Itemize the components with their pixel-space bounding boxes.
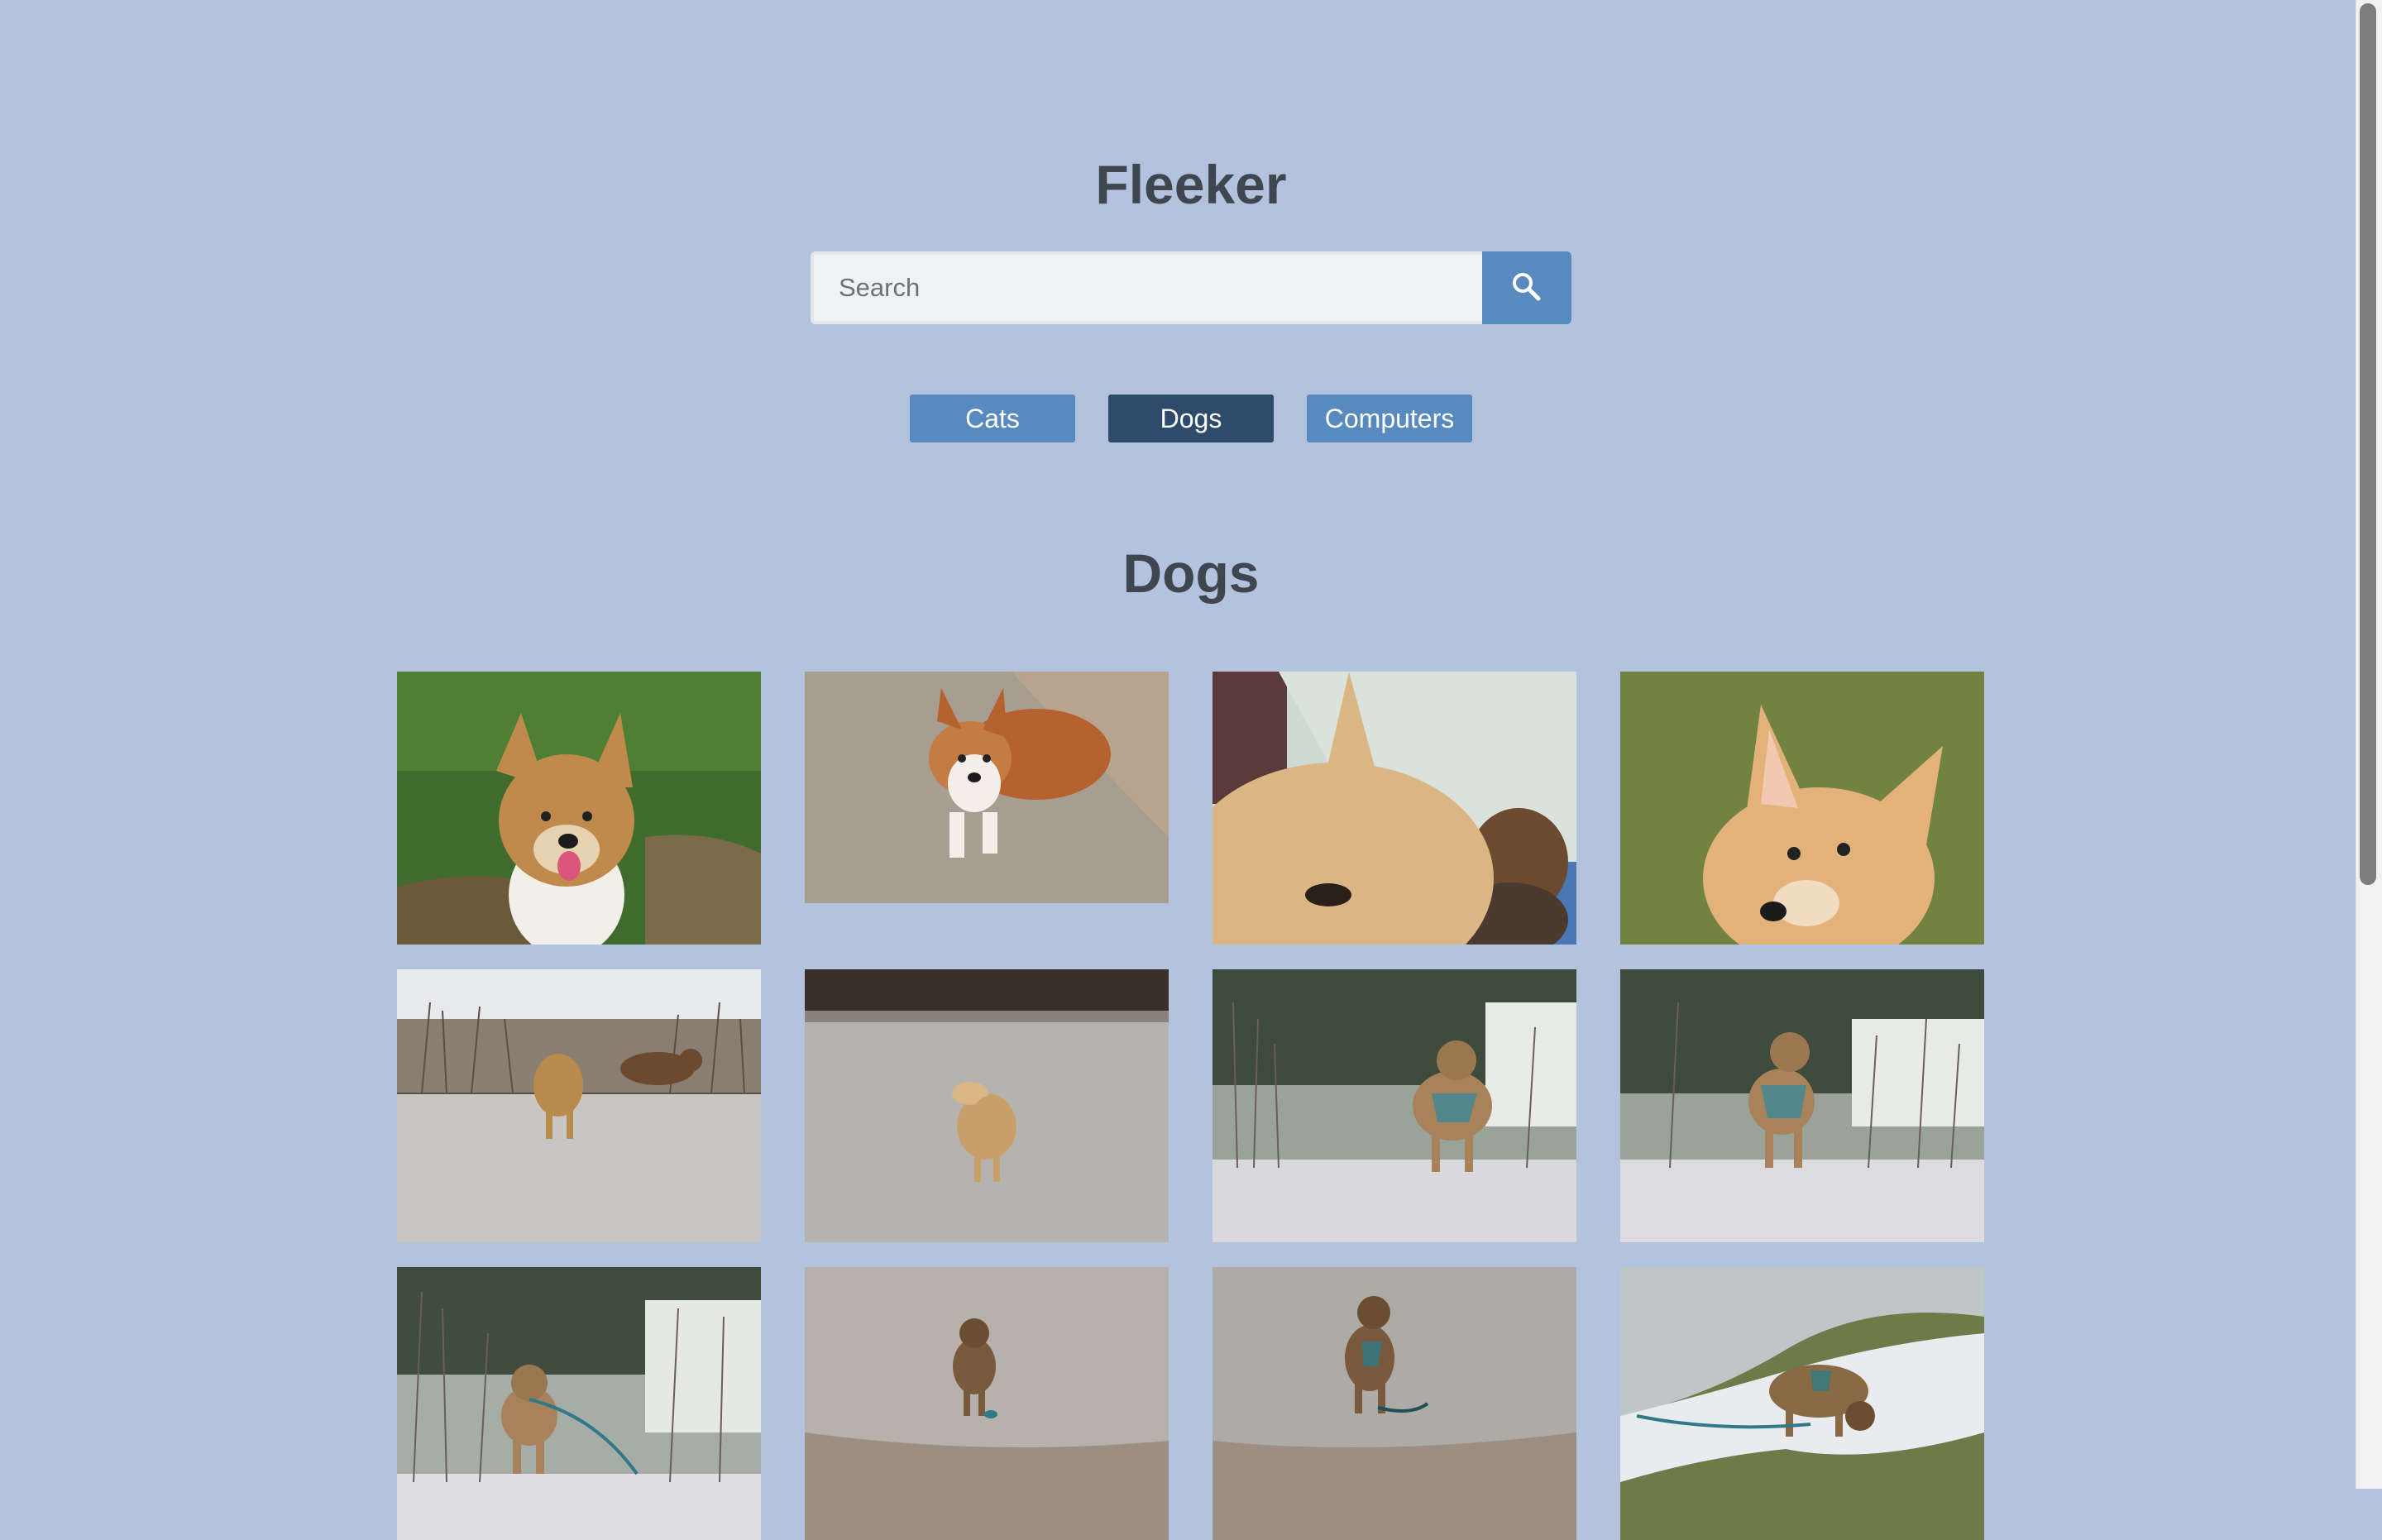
category-button-cats[interactable]: Cats bbox=[910, 395, 1075, 442]
search-button[interactable] bbox=[1482, 251, 1571, 324]
section-title: Dogs bbox=[1122, 543, 1260, 604]
dog-photo[interactable] bbox=[805, 1267, 1169, 1540]
dog-photo[interactable] bbox=[397, 1267, 761, 1540]
page: Fleeker Cats Dogs Computers Dogs bbox=[0, 0, 2356, 1540]
category-buttons: Cats Dogs Computers bbox=[910, 395, 1472, 442]
category-button-dogs[interactable]: Dogs bbox=[1108, 395, 1274, 442]
dog-photo[interactable] bbox=[1213, 672, 1576, 945]
photo-grid bbox=[397, 672, 1984, 1540]
dog-photo[interactable] bbox=[397, 969, 761, 1242]
app-title: Fleeker bbox=[1095, 154, 1287, 215]
search-bar bbox=[811, 251, 1571, 324]
dog-photo[interactable] bbox=[397, 672, 761, 945]
search-input[interactable] bbox=[811, 251, 1482, 324]
dog-photo[interactable] bbox=[1620, 672, 1984, 945]
dog-photo[interactable] bbox=[1620, 1267, 1984, 1540]
scrollbar-thumb[interactable] bbox=[2360, 3, 2376, 885]
category-button-computers[interactable]: Computers bbox=[1307, 395, 1472, 442]
dog-photo[interactable] bbox=[1213, 1267, 1576, 1540]
dog-photo[interactable] bbox=[1213, 969, 1576, 1242]
search-icon bbox=[1510, 270, 1543, 306]
dog-photo[interactable] bbox=[1620, 969, 1984, 1242]
dog-photo[interactable] bbox=[805, 672, 1169, 903]
dog-photo[interactable] bbox=[805, 969, 1169, 1242]
